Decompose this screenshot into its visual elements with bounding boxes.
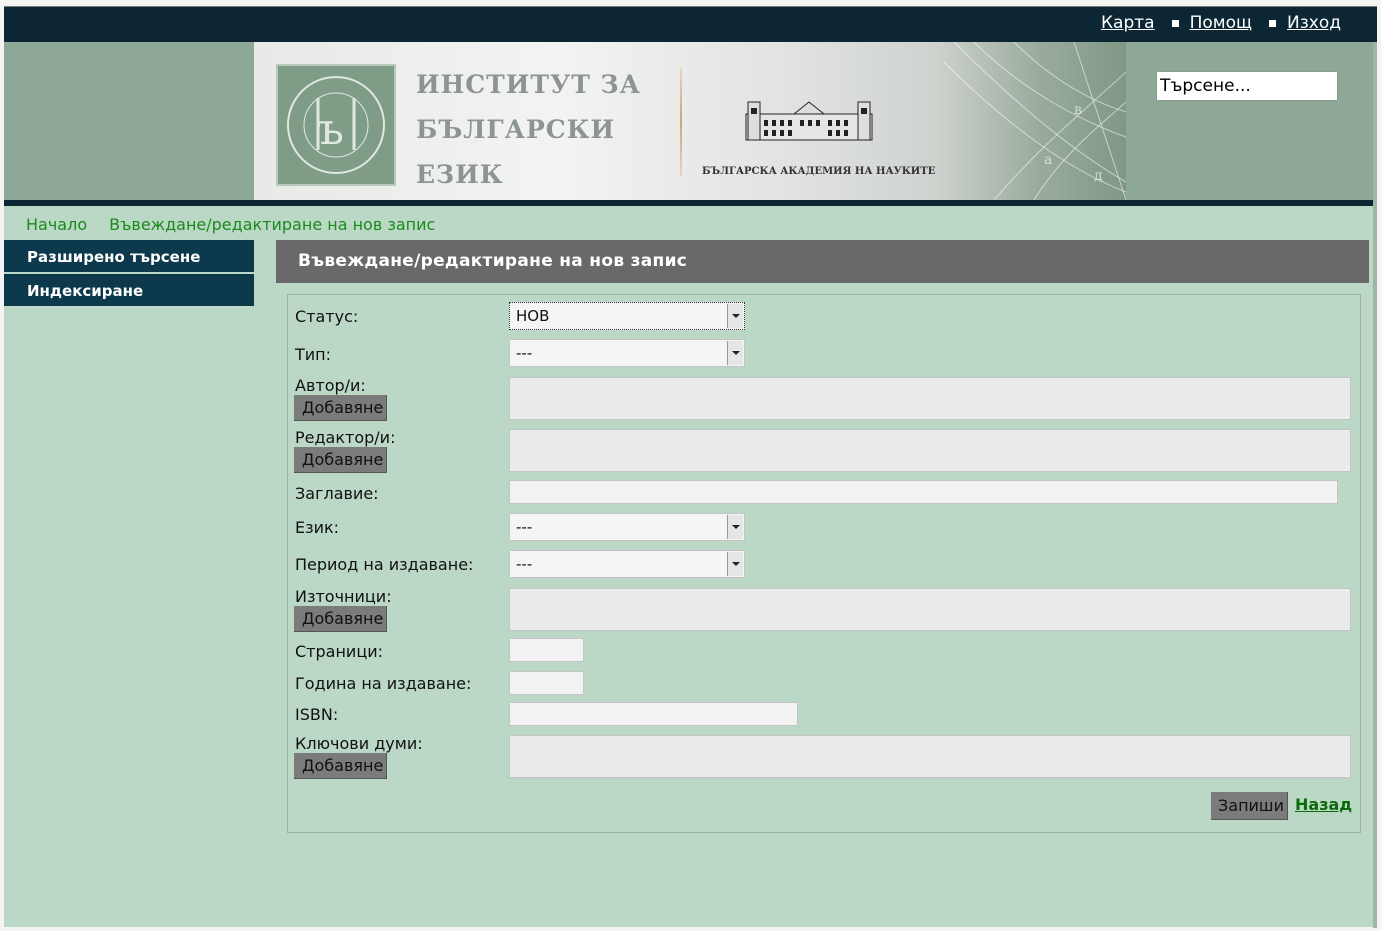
status-label: Статус: — [295, 307, 359, 326]
keywords-label: Ключови думи: — [295, 734, 423, 753]
bullet-icon — [1171, 19, 1179, 27]
language-select[interactable]: --- — [509, 513, 745, 541]
institute-name-line: БЪЛГАРСКИ — [416, 115, 616, 144]
header: в а д ъ ИНСТИТУТ ЗА БЪЛГАРСКИ ЕЗИК БЪЛГА… — [4, 42, 1377, 200]
breadcrumb-home[interactable]: Начало — [26, 215, 87, 234]
institute-logo: ъ — [276, 64, 396, 186]
year-label: Година на издаване: — [295, 674, 472, 693]
language-label: Език: — [295, 518, 340, 537]
type-label: Тип: — [295, 345, 332, 364]
top-bar: Карта Помощ Изход — [4, 7, 1377, 42]
editors-label: Редактор/и: — [295, 428, 396, 447]
period-select[interactable]: --- — [509, 550, 745, 578]
search-input[interactable] — [1156, 71, 1338, 101]
save-button[interactable]: Запиши — [1211, 792, 1288, 820]
title-label: Заглавие: — [295, 484, 379, 503]
status-select[interactable]: НОВ — [509, 302, 745, 330]
title-field[interactable] — [509, 480, 1338, 504]
page-title: Въвеждане/редактиране на нов запис — [276, 240, 1369, 283]
editors-field[interactable] — [509, 429, 1351, 472]
add-editor-button[interactable]: Добавяне — [294, 447, 387, 473]
sidebar-item-indexing[interactable]: Индексиране — [4, 274, 254, 308]
year-field[interactable] — [509, 671, 584, 695]
chevron-down-icon[interactable] — [727, 552, 743, 576]
record-form: Статус: НОВ Тип: --- Автор/и: Добавяне Р… — [287, 294, 1361, 833]
chevron-down-icon[interactable] — [727, 341, 743, 365]
page-edge — [1373, 42, 1377, 928]
breadcrumb: Начало Въвеждане/редактиране на нов запи… — [26, 215, 435, 234]
isbn-label: ISBN: — [295, 705, 339, 724]
chevron-down-icon[interactable] — [727, 515, 743, 539]
sources-field[interactable] — [509, 588, 1351, 631]
svg-text:ъ: ъ — [316, 104, 344, 155]
banner-divider — [680, 68, 682, 176]
period-select-value: --- — [516, 555, 533, 573]
authors-label: Автор/и: — [295, 376, 366, 395]
letter-glyph: а — [1044, 152, 1052, 168]
add-source-button[interactable]: Добавяне — [294, 606, 387, 632]
institute-name: ИНСТИТУТ ЗА БЪЛГАРСКИ ЕЗИК — [416, 62, 641, 197]
pages-label: Страници: — [295, 642, 383, 661]
keywords-field[interactable] — [509, 735, 1351, 778]
pages-field[interactable] — [509, 638, 584, 662]
academy-building-icon — [745, 101, 873, 141]
back-link[interactable]: Назад — [1295, 795, 1352, 814]
page: Карта Помощ Изход в а д ъ ИНСТИТУТ ЗА БЪ… — [4, 6, 1377, 928]
type-select[interactable]: --- — [509, 339, 745, 367]
logout-link[interactable]: Изход — [1287, 13, 1341, 33]
isbn-field[interactable] — [509, 702, 798, 726]
breadcrumb-current[interactable]: Въвеждане/редактиране на нов запис — [109, 215, 435, 234]
help-link[interactable]: Помощ — [1190, 13, 1252, 33]
institute-name-line: ЕЗИК — [416, 160, 504, 189]
chevron-down-icon[interactable] — [727, 304, 743, 328]
map-link[interactable]: Карта — [1101, 13, 1155, 33]
add-keyword-button[interactable]: Добавяне — [294, 753, 387, 779]
language-select-value: --- — [516, 518, 533, 536]
letter-glyph: д — [1094, 168, 1103, 184]
institute-name-line: ИНСТИТУТ ЗА — [416, 70, 641, 99]
academy-name: БЪЛГАРСКА АКАДЕМИЯ НА НАУКИТЕ — [702, 166, 936, 177]
logo-emblem-icon: ъ — [287, 76, 385, 174]
institute-banner: в а д ъ ИНСТИТУТ ЗА БЪЛГАРСКИ ЕЗИК БЪЛГА… — [254, 42, 1126, 200]
sources-label: Източници: — [295, 587, 392, 606]
status-select-value: НОВ — [516, 307, 550, 325]
add-author-button[interactable]: Добавяне — [294, 395, 387, 421]
authors-field[interactable] — [509, 377, 1351, 420]
sidebar: Разширено търсене Индексиране — [4, 240, 254, 308]
letter-glyph: в — [1074, 102, 1082, 118]
bullet-icon — [1269, 19, 1277, 27]
sidebar-item-advanced-search[interactable]: Разширено търсене — [4, 240, 254, 274]
header-divider — [4, 200, 1377, 206]
period-label: Период на издаване: — [295, 555, 474, 574]
top-navigation: Карта Помощ Изход — [1101, 13, 1341, 33]
type-select-value: --- — [516, 344, 533, 362]
